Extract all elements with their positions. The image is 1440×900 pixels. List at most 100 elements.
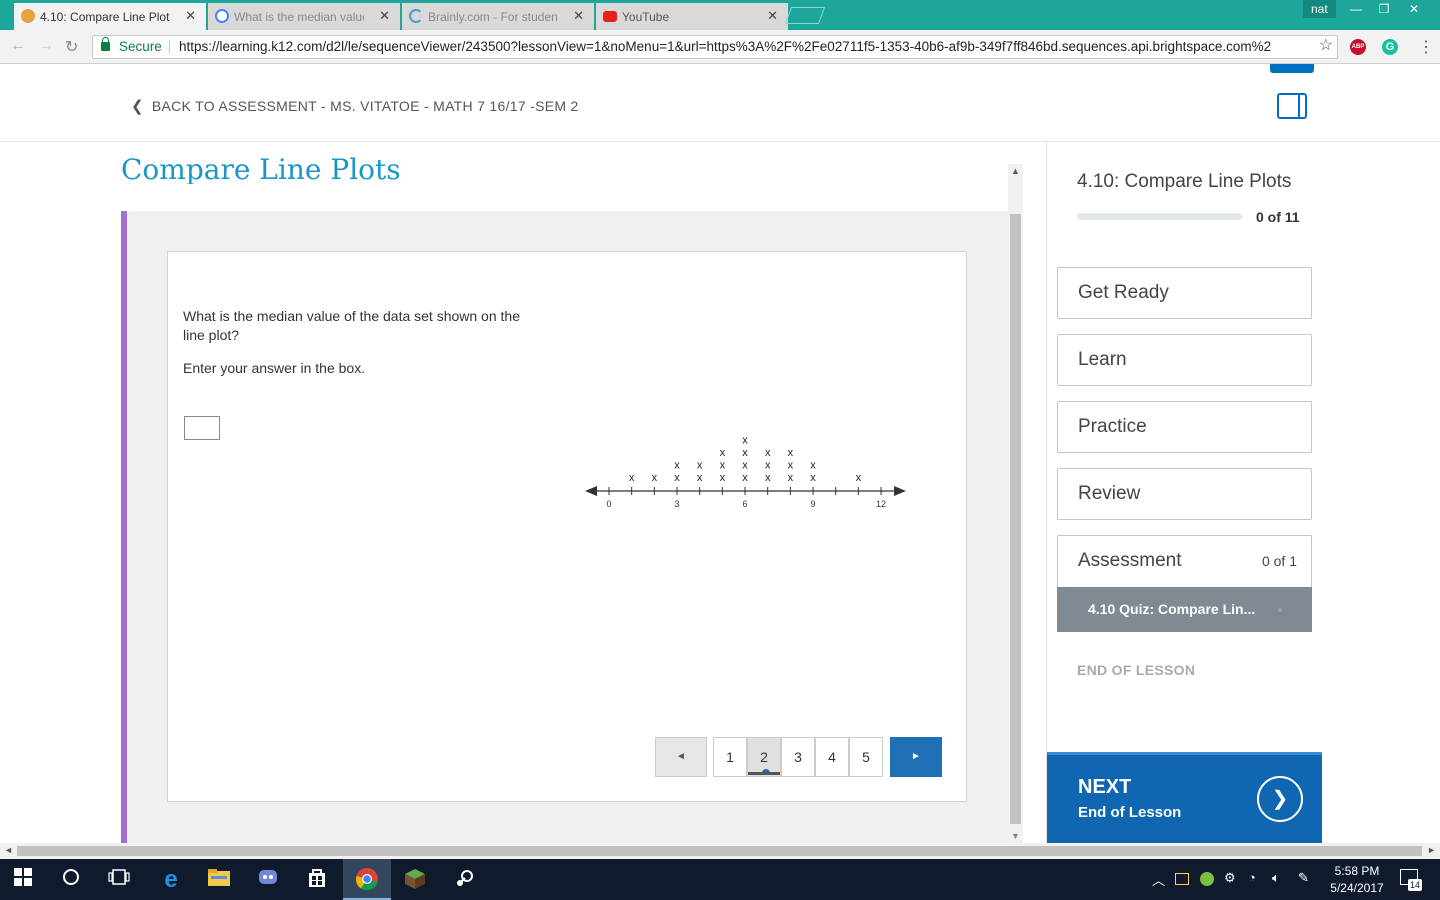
previous-page-button[interactable]: ◄ — [655, 737, 707, 777]
minimize-icon[interactable]: — — [1342, 0, 1370, 18]
wifi-icon[interactable]: ◔ — [1248, 870, 1256, 885]
tab-label: 4.10: Compare Line Plots — [40, 9, 170, 24]
scrollbar-thumb[interactable] — [17, 846, 1422, 856]
data-point-x: x — [697, 472, 703, 484]
sidebar-item-label: Practice — [1078, 416, 1147, 437]
cortana-icon[interactable] — [58, 867, 84, 893]
data-point-x: x — [720, 472, 726, 484]
forward-arrow-icon[interactable]: → — [38, 37, 54, 55]
page-button-4[interactable]: 4 — [815, 737, 849, 777]
scroll-down-arrow-icon[interactable]: ▼ — [1011, 831, 1020, 841]
tab-close-icon[interactable]: ✕ — [767, 8, 778, 24]
browser-menu-icon[interactable]: ⋮ — [1418, 37, 1434, 57]
tab-youtube[interactable]: YouTube ✕ — [596, 3, 788, 30]
discord-icon[interactable] — [255, 867, 281, 893]
scroll-up-arrow-icon[interactable]: ▲ — [1011, 166, 1020, 176]
new-tab-button[interactable] — [784, 7, 826, 24]
question-text: What is the median value of the data set… — [183, 308, 520, 343]
tab-close-icon[interactable]: ✕ — [379, 8, 390, 24]
lock-icon — [101, 37, 110, 51]
page-horizontal-scrollbar[interactable]: ◄ ► — [0, 843, 1440, 859]
tick-label: 3 — [675, 499, 680, 509]
scrollbar-thumb[interactable] — [1010, 214, 1021, 824]
sidebar-item-learn[interactable]: Learn — [1057, 334, 1312, 386]
page-header: ❮ BACK TO ASSESSMENT - MS. VITATOE - MATH… — [0, 64, 1440, 142]
lesson-progress-bar — [1077, 213, 1242, 220]
notification-count-badge: 14 — [1408, 879, 1422, 891]
data-point-x: x — [674, 460, 680, 472]
back-to-assessment-link[interactable]: ❮ BACK TO ASSESSMENT - MS. VITATOE - MATH… — [131, 97, 579, 115]
volume-icon[interactable]: 🔈︎ — [1272, 870, 1280, 886]
tab-brainly[interactable]: Brainly.com - For students ✕ — [402, 3, 594, 30]
chevron-left-icon: ❮ — [131, 98, 144, 115]
next-button[interactable]: NEXT End of Lesson ❯ — [1047, 752, 1322, 843]
header-accent-tab — [1270, 64, 1314, 73]
data-point-x: x — [810, 460, 816, 472]
minecraft-icon[interactable] — [402, 867, 428, 893]
next-label: NEXT — [1078, 776, 1132, 798]
tray-app-icon[interactable] — [1175, 873, 1189, 885]
adblock-plus-icon[interactable]: ABP — [1350, 39, 1366, 55]
data-point-x: x — [742, 447, 748, 459]
next-page-button[interactable]: ► — [890, 737, 942, 777]
tray-steam-icon[interactable]: ⚙ — [1224, 870, 1236, 886]
sidebar-item-practice[interactable]: Practice — [1057, 401, 1312, 453]
clock-date: 5/24/2017 — [1330, 881, 1384, 895]
tab-label: YouTube — [622, 9, 670, 24]
pen-ink-icon[interactable]: ✎ — [1298, 870, 1309, 886]
windows-taskbar: e ︿ ⚙ ◔ 🔈︎ ✎ 5:58 PM 5/24/2017 14 — [0, 859, 1440, 900]
edge-icon[interactable]: e — [158, 867, 184, 893]
sidebar-item-quiz[interactable]: 4.10 Quiz: Compare Lin... — [1057, 587, 1312, 632]
windows-start-icon[interactable] — [10, 867, 36, 893]
tab-close-icon[interactable]: ✕ — [573, 8, 584, 24]
assessment-count: 0 of 1 — [1261, 553, 1297, 569]
brightspace-icon — [21, 9, 35, 23]
data-point-x: x — [697, 460, 703, 472]
page-button-1[interactable]: 1 — [713, 737, 747, 777]
sidebar-item-review[interactable]: Review — [1057, 468, 1312, 520]
google-icon — [215, 9, 229, 23]
page-button-2[interactable]: 2 — [747, 737, 781, 777]
scroll-left-arrow-icon[interactable]: ◄ — [4, 845, 13, 855]
file-explorer-icon[interactable] — [206, 867, 232, 893]
next-sublabel: End of Lesson — [1078, 804, 1182, 821]
store-icon[interactable] — [304, 867, 330, 893]
steam-icon[interactable] — [451, 867, 477, 893]
end-of-lesson-label: END OF LESSON — [1077, 662, 1196, 678]
sidebar-toggle-icon[interactable] — [1277, 93, 1307, 119]
question-card: What is the median value of the data set… — [167, 251, 967, 802]
tray-razer-icon[interactable] — [1200, 872, 1214, 886]
tab-close-icon[interactable]: ✕ — [185, 8, 196, 24]
grammarly-icon[interactable]: G — [1382, 39, 1398, 55]
page-button-3[interactable]: 3 — [781, 737, 815, 777]
bookmark-star-icon[interactable]: ☆ — [1319, 36, 1333, 57]
answer-input[interactable] — [184, 416, 220, 440]
content-vertical-scrollbar[interactable]: ▲ ▼ — [1008, 164, 1023, 843]
tick-label: 12 — [876, 499, 886, 509]
data-point-x: x — [788, 447, 794, 459]
data-point-x: x — [742, 460, 748, 472]
taskbar-clock[interactable]: 5:58 PM 5/24/2017 — [1327, 863, 1387, 897]
status-dot-icon — [1278, 608, 1282, 612]
sidebar-item-label: Learn — [1078, 349, 1127, 370]
tray-overflow-chevron-icon[interactable]: ︿ — [1152, 870, 1165, 889]
sidebar-item-assessment[interactable]: Assessment 0 of 1 — [1057, 535, 1312, 587]
tab-google-median[interactable]: What is the median value ✕ — [208, 3, 400, 30]
sidebar-item-label: Get Ready — [1078, 282, 1169, 303]
data-point-x: x — [810, 472, 816, 484]
data-point-x: x — [788, 460, 794, 472]
sidebar-item-get-ready[interactable]: Get Ready — [1057, 267, 1312, 319]
chrome-icon[interactable] — [354, 867, 380, 893]
scroll-right-arrow-icon[interactable]: ► — [1427, 845, 1436, 855]
url-text[interactable]: https://learning.k12.com/d2l/le/sequence… — [179, 36, 1271, 58]
close-window-icon[interactable]: ✕ — [1400, 0, 1428, 18]
reload-icon[interactable]: ↻ — [65, 37, 78, 57]
address-bar[interactable]: Secure https://learning.k12.com/d2l/le/s… — [92, 35, 1338, 59]
page-button-5[interactable]: 5 — [849, 737, 883, 777]
restore-icon[interactable]: ❐ — [1370, 0, 1398, 18]
axis-left-arrow-icon — [585, 486, 597, 496]
tick-labels: 0 3 6 9 12 — [606, 499, 886, 509]
task-view-icon[interactable] — [106, 867, 132, 893]
back-arrow-icon[interactable]: ← — [10, 37, 26, 55]
tab-compare-line-plots[interactable]: 4.10: Compare Line Plots ✕ — [14, 3, 206, 30]
